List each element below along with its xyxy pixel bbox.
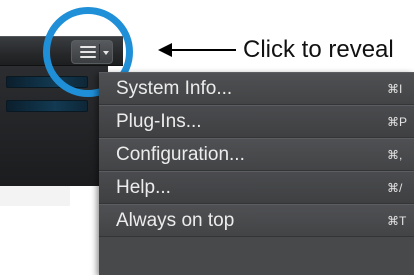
menu-item-shortcut: ⌘/ [387, 180, 403, 195]
menu-item-always-on-top[interactable]: Always on top ⌘T [99, 204, 414, 237]
menu-item-shortcut: ⌘P [387, 114, 408, 129]
menu-item-label: Help... [116, 176, 171, 198]
menu-item-system-info[interactable]: System Info... ⌘I [99, 72, 414, 105]
menu-item-label: System Info... [116, 77, 233, 99]
menu-item-shortcut: ⌘, [387, 147, 403, 162]
menu-item-shortcut: ⌘I [387, 81, 403, 96]
menu-item-label: Always on top [116, 209, 235, 231]
menu-item-label: Plug-Ins... [116, 110, 202, 132]
menu-item-help[interactable]: Help... ⌘/ [99, 171, 414, 204]
callout-text: Click to reveal [243, 36, 394, 63]
window-edge [0, 186, 70, 206]
menu-item-label: Configuration... [116, 143, 245, 165]
menu-item-plug-ins[interactable]: Plug-Ins... ⌘P [99, 105, 414, 138]
menu-item-shortcut: ⌘T [387, 213, 407, 228]
dropdown-menu: System Info... ⌘I Plug-Ins... ⌘P Configu… [99, 72, 414, 275]
arrow-line [170, 49, 236, 51]
menu-item-configuration[interactable]: Configuration... ⌘, [99, 138, 414, 171]
level-meter [6, 100, 88, 112]
